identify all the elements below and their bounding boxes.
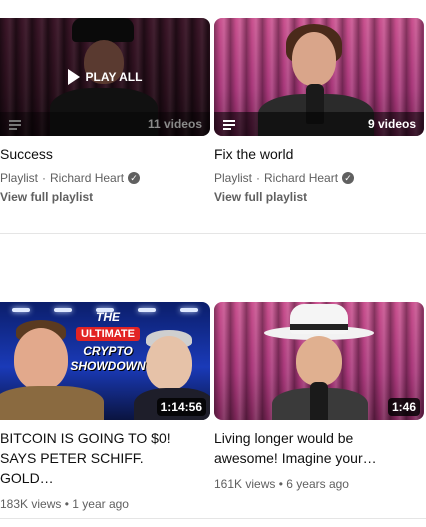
playlist-title[interactable]: Success xyxy=(0,144,196,164)
playlist-icon xyxy=(9,120,25,130)
video-card-living-longer[interactable]: 1:46 Living longer would be awesome! Ima… xyxy=(214,302,424,491)
video-thumbnail[interactable]: THE ULTIMATE CRYPTO SHOWDOWN 1:14:56 xyxy=(0,302,210,420)
video-count: 11 videos xyxy=(147,117,202,131)
video-card-bitcoin[interactable]: THE ULTIMATE CRYPTO SHOWDOWN 1:14:56 BIT… xyxy=(0,302,210,511)
playlist-thumbnail[interactable]: 9 videos xyxy=(214,18,424,136)
playlist-card-success[interactable]: PLAY ALL 11 videos Success Playlist · Ri… xyxy=(0,18,210,204)
playlist-icon xyxy=(223,120,239,130)
verified-check-icon: ✓ xyxy=(342,172,355,184)
playlist-meta: Playlist · Richard Heart ✓ xyxy=(214,171,410,185)
playlist-meta: Playlist · Richard Heart ✓ xyxy=(0,171,196,185)
video-meta: 161K views • 6 years ago xyxy=(214,477,349,491)
verified-check-icon: ✓ xyxy=(128,172,141,184)
play-icon xyxy=(67,69,80,85)
upload-age: 1 year ago xyxy=(72,497,129,511)
playlist-thumbnail[interactable]: PLAY ALL 11 videos xyxy=(0,18,210,136)
view-full-playlist-link[interactable]: View full playlist xyxy=(214,190,410,204)
view-full-playlist-link[interactable]: View full playlist xyxy=(0,190,196,204)
video-thumbnail[interactable]: 1:46 xyxy=(214,302,424,420)
view-count: 161K views xyxy=(214,477,276,491)
channel-name[interactable]: Richard Heart xyxy=(264,171,338,185)
playlist-title[interactable]: Fix the world xyxy=(214,144,410,164)
video-meta: 183K views • 1 year ago xyxy=(0,497,129,511)
channel-name[interactable]: Richard Heart xyxy=(50,171,124,185)
playlist-card-fix-the-world[interactable]: 9 videos Fix the world Playlist · Richar… xyxy=(214,18,424,204)
video-title[interactable]: Living longer would be awesome! Imagine … xyxy=(214,428,410,468)
video-duration: 1:46 xyxy=(387,398,420,416)
video-duration: 1:14:56 xyxy=(156,398,206,416)
upload-age: 6 years ago xyxy=(286,477,349,491)
video-title[interactable]: BITCOIN IS GOING TO $0! SAYS PETER SCHIF… xyxy=(0,428,196,488)
microphone xyxy=(310,382,328,420)
section-divider xyxy=(0,518,426,519)
thumbnail-title-art: THE ULTIMATE CRYPTO SHOWDOWN xyxy=(70,310,146,373)
view-count: 183K views xyxy=(0,497,62,511)
section-divider xyxy=(0,233,426,234)
video-count: 9 videos xyxy=(367,117,416,131)
